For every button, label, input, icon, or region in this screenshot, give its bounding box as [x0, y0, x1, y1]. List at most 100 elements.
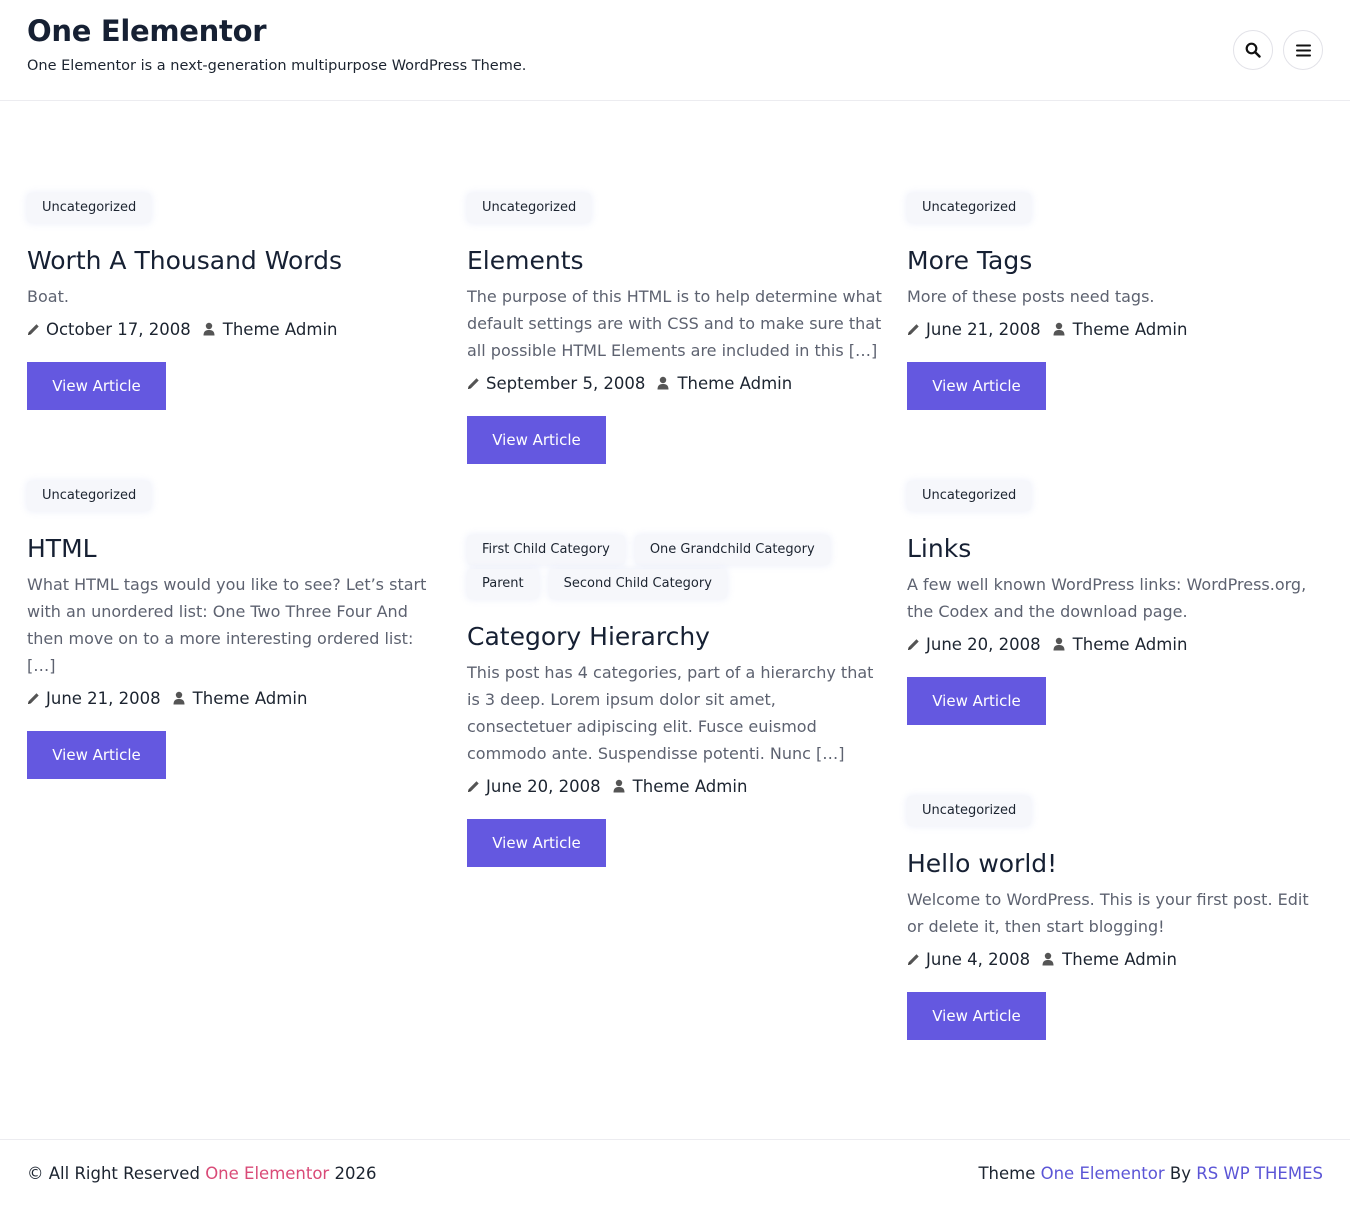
user-icon [657, 376, 669, 390]
pencil-icon [908, 953, 919, 965]
post-card: Uncategorized More Tags More of these post… [907, 193, 1322, 410]
pencil-icon [468, 377, 479, 389]
post-date[interactable]: June 21, 2008 [926, 320, 1041, 339]
category-list: Uncategorized [907, 193, 1322, 227]
post-author[interactable]: Theme Admin [223, 320, 338, 339]
post-excerpt: More of these posts need tags. [907, 287, 1155, 306]
category-tag[interactable]: Parent [467, 569, 539, 599]
post-author[interactable]: Theme Admin [633, 777, 748, 796]
category-list: Uncategorized [27, 193, 442, 227]
category-tag[interactable]: First Child Category [467, 535, 625, 565]
post-author[interactable]: Theme Admin [193, 689, 308, 708]
category-list: Uncategorized [27, 481, 442, 515]
user-icon [1042, 952, 1054, 966]
post-title[interactable]: Worth A Thousand Words [27, 245, 442, 277]
date-icon-wrap [27, 323, 40, 336]
view-article-button[interactable]: View Article [467, 819, 606, 867]
pencil-icon [468, 780, 479, 792]
post-date[interactable]: September 5, 2008 [486, 374, 645, 393]
post-date[interactable]: June 20, 2008 [486, 777, 601, 796]
post-date[interactable]: June 20, 2008 [926, 635, 1041, 654]
user-icon [173, 691, 185, 705]
date-icon-wrap [467, 780, 480, 793]
post-excerpt: Welcome to WordPress. This is your first… [907, 890, 1309, 936]
category-tag[interactable]: Uncategorized [907, 193, 1032, 223]
post-card: Uncategorized Elements The purpose of this… [467, 193, 882, 464]
search-button[interactable] [1233, 30, 1273, 70]
theme-label: Theme [978, 1164, 1036, 1183]
category-list: Uncategorized [907, 481, 1322, 515]
post-meta: June 4, 2008 Theme Admin [907, 949, 1322, 969]
post-meta: June 20, 2008 Theme Admin [907, 634, 1322, 654]
category-tag[interactable]: Second Child Category [548, 569, 727, 599]
site-header: One Elementor One Elementor is a next-ge… [0, 0, 1350, 101]
pencil-icon [908, 638, 919, 650]
post-title[interactable]: HTML [27, 533, 442, 565]
post-date[interactable]: June 21, 2008 [46, 689, 161, 708]
category-tag[interactable]: Uncategorized [907, 481, 1032, 511]
site-tagline: One Elementor is a next-generation multi… [27, 58, 527, 74]
author-icon-wrap [1053, 637, 1065, 651]
post-date[interactable]: October 17, 2008 [46, 320, 191, 339]
footer-credits: Theme One Elementor By RS WP THEMES [978, 1164, 1323, 1183]
author-icon-wrap [657, 376, 669, 390]
post-title[interactable]: Elements [467, 245, 882, 277]
category-tag[interactable]: Uncategorized [467, 193, 592, 223]
copyright-site-link[interactable]: One Elementor [205, 1164, 329, 1183]
category-tag[interactable]: Uncategorized [907, 796, 1032, 826]
category-tag[interactable]: Uncategorized [27, 481, 152, 511]
author-icon-wrap [203, 322, 215, 336]
post-card: Uncategorized Hello world! Welcome to Word… [907, 796, 1322, 1040]
post-meta: June 21, 2008 Theme Admin [907, 319, 1322, 339]
post-title[interactable]: Category Hierarchy [467, 621, 882, 653]
pencil-icon [908, 323, 919, 335]
post-excerpt: What HTML tags would you like to see? Le… [27, 575, 427, 675]
post-excerpt: The purpose of this HTML is to help dete… [467, 287, 882, 360]
menu-button[interactable] [1283, 30, 1323, 70]
post-title[interactable]: More Tags [907, 245, 1322, 277]
user-icon [1053, 322, 1065, 336]
date-icon-wrap [467, 377, 480, 390]
post-author[interactable]: Theme Admin [677, 374, 792, 393]
date-icon-wrap [907, 323, 920, 336]
search-icon [1245, 42, 1261, 58]
view-article-button[interactable]: View Article [27, 731, 166, 779]
post-author[interactable]: Theme Admin [1073, 635, 1188, 654]
by-label: By [1169, 1164, 1191, 1183]
post-card: Uncategorized Worth A Thousand Words Boat.… [27, 193, 442, 410]
author-icon-wrap [613, 779, 625, 793]
view-article-button[interactable]: View Article [907, 992, 1046, 1040]
post-excerpt: Boat. [27, 287, 69, 306]
post-date[interactable]: June 4, 2008 [926, 950, 1030, 969]
post-meta: October 17, 2008 Theme Admin [27, 319, 442, 339]
post-card: Uncategorized Links A few well known WordP… [907, 481, 1322, 725]
user-icon [1053, 637, 1065, 651]
author-icon-wrap [173, 691, 185, 705]
copyright-year: 2026 [334, 1164, 377, 1183]
footer-copyright: © All Right Reserved One Elementor 2026 [27, 1164, 376, 1183]
category-tag[interactable]: Uncategorized [27, 193, 152, 223]
post-excerpt: A few well known WordPress links: WordPr… [907, 575, 1307, 621]
view-article-button[interactable]: View Article [467, 416, 606, 464]
site-title[interactable]: One Elementor [27, 14, 267, 48]
post-author[interactable]: Theme Admin [1073, 320, 1188, 339]
theme-link[interactable]: One Elementor [1041, 1164, 1165, 1183]
view-article-button[interactable]: View Article [907, 677, 1046, 725]
user-icon [613, 779, 625, 793]
author-icon-wrap [1042, 952, 1054, 966]
pencil-icon [28, 323, 39, 335]
post-card: First Child Category One Grandchild Categ… [467, 535, 882, 867]
category-list: Uncategorized [467, 193, 882, 227]
post-meta: June 21, 2008 Theme Admin [27, 688, 442, 708]
copyright-text: © All Right Reserved [27, 1164, 200, 1183]
view-article-button[interactable]: View Article [27, 362, 166, 410]
theme-author-link[interactable]: RS WP THEMES [1196, 1164, 1323, 1183]
post-title[interactable]: Links [907, 533, 1322, 565]
date-icon-wrap [27, 692, 40, 705]
hamburger-menu-icon [1295, 44, 1311, 56]
post-title[interactable]: Hello world! [907, 848, 1322, 880]
view-article-button[interactable]: View Article [907, 362, 1046, 410]
category-list: Uncategorized [907, 796, 1322, 830]
post-author[interactable]: Theme Admin [1062, 950, 1177, 969]
category-tag[interactable]: One Grandchild Category [634, 535, 830, 565]
